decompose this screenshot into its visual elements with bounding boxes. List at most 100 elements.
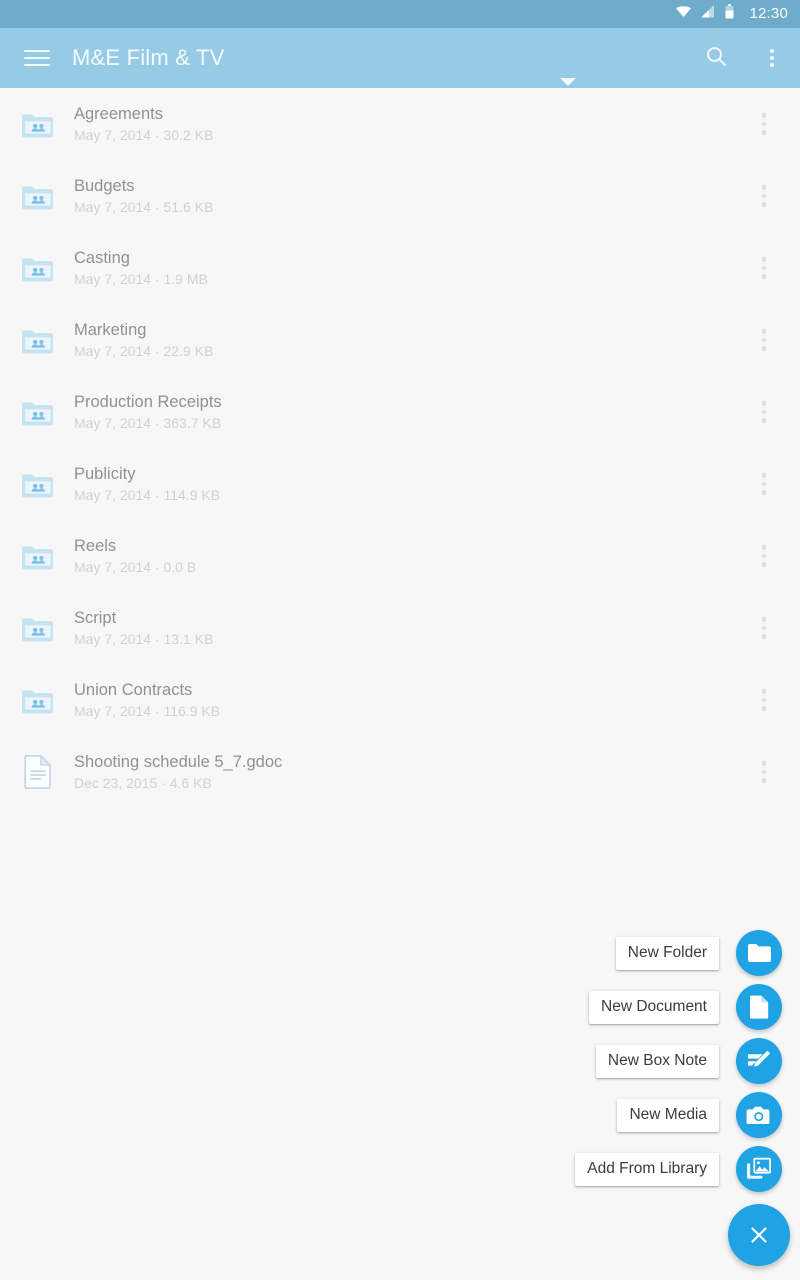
file-meta: May 7, 2014 · 1.9 MB [74,271,208,287]
fab-speed-dial: New Folder New Document New Box Note New Me… [22,926,790,1266]
file-list-row[interactable]: Publicity May 7, 2014 · 114.9 KB [0,448,800,520]
file-meta: May 7, 2014 · 363.7 KB [74,415,222,431]
shared-folder-icon [20,322,56,358]
fab-action-label[interactable]: New Document [589,990,719,1024]
file-row-text: Casting May 7, 2014 · 1.9 MB [74,248,208,288]
status-bar-icons: 12:30 [675,0,788,28]
fab-action-new-box-note[interactable]: New Box Note [595,1034,782,1088]
fab-mini-button[interactable] [736,984,782,1030]
file-row-text: Publicity May 7, 2014 · 114.9 KB [74,464,220,504]
overflow-menu-button[interactable] [744,30,800,86]
file-list-row[interactable]: Budgets May 7, 2014 · 51.6 KB [0,160,800,232]
file-name: Shooting schedule 5_7.gdoc [74,753,283,771]
file-name: Reels [74,537,117,555]
more-vertical-icon [761,545,767,550]
more-vertical-icon [761,761,767,766]
fab-close-button[interactable] [728,1204,790,1266]
file-list-row[interactable]: Casting May 7, 2014 · 1.9 MB [0,232,800,304]
file-meta: May 7, 2014 · 13.1 KB [74,631,214,647]
file-list-row[interactable]: Agreements May 7, 2014 · 30.2 KB [0,88,800,160]
file-meta: May 7, 2014 · 30.2 KB [74,127,214,143]
file-list-row[interactable]: Production Receipts May 7, 2014 · 363.7 K… [0,376,800,448]
file-name: Publicity [74,465,136,483]
row-overflow-menu-button[interactable] [744,389,784,435]
more-vertical-icon [761,329,767,334]
more-vertical-icon [761,113,767,118]
fab-action-new-folder[interactable]: New Folder [615,926,782,980]
file-name: Agreements [74,105,163,123]
fab-mini-button[interactable] [736,930,782,976]
fab-action-label[interactable]: New Media [617,1098,719,1132]
more-vertical-icon [761,689,767,694]
fab-action-new-media[interactable]: New Media [617,1088,782,1142]
file-list-row[interactable]: Shooting schedule 5_7.gdoc Dec 23, 2015 ·… [0,736,800,808]
row-overflow-menu-button[interactable] [744,461,784,507]
fab-mini-button[interactable] [736,1038,782,1084]
search-button[interactable] [688,30,744,86]
row-overflow-menu-button[interactable] [744,533,784,579]
row-overflow-menu-button[interactable] [744,317,784,363]
page-title: M&E Film & TV [72,45,225,70]
fab-main-row [22,1196,790,1266]
fab-mini-button[interactable] [736,1092,782,1138]
file-list: Agreements May 7, 2014 · 30.2 KB Budgets Ma… [0,88,800,808]
file-row-text: Agreements May 7, 2014 · 30.2 KB [74,104,213,144]
app-bar: M&E Film & TV [0,28,800,88]
row-overflow-menu-button[interactable] [744,749,784,795]
camera-icon [746,1104,772,1126]
status-bar-clock: 12:30 [749,5,788,22]
more-vertical-icon [761,185,767,190]
file-name: Production Receipts [74,393,222,411]
file-list-row[interactable]: Union Contracts May 7, 2014 · 116.9 KB [0,664,800,736]
more-vertical-icon [761,617,767,622]
app-screen: 12:30 M&E Film & TV Agreements May 7, 20… [0,0,800,1280]
more-vertical-icon [761,473,767,478]
wifi-icon [675,5,692,23]
fab-mini-button[interactable] [736,1146,782,1192]
file-name: Casting [74,249,130,267]
file-meta: May 7, 2014 · 0.0 B [74,559,197,575]
file-name: Marketing [74,321,147,339]
app-bar-actions [688,28,800,88]
file-list-row[interactable]: Marketing May 7, 2014 · 22.9 KB [0,304,800,376]
row-overflow-menu-button[interactable] [744,245,784,291]
battery-icon [725,4,734,24]
file-row-text: Reels May 7, 2014 · 0.0 B [74,536,196,576]
row-overflow-menu-button[interactable] [744,677,784,723]
file-meta: May 7, 2014 · 114.9 KB [74,487,221,503]
file-list-row[interactable]: Script May 7, 2014 · 13.1 KB [0,592,800,664]
shared-folder-icon [20,106,56,142]
shared-folder-icon [20,610,56,646]
chevron-down-icon[interactable] [560,78,576,86]
fab-action-label[interactable]: New Folder [615,936,719,970]
shared-folder-icon [20,250,56,286]
shared-folder-icon [20,394,56,430]
row-overflow-menu-button[interactable] [744,101,784,147]
hamburger-menu-icon[interactable] [24,48,50,68]
row-overflow-menu-button[interactable] [744,605,784,651]
file-name: Script [74,609,117,627]
more-vertical-icon [770,49,774,67]
file-meta: May 7, 2014 · 51.6 KB [74,199,214,215]
search-icon [704,44,728,73]
fab-action-add-from-library[interactable]: Add From Library [575,1142,782,1196]
file-name: Union Contracts [74,681,193,699]
file-list-row[interactable]: Reels May 7, 2014 · 0.0 B [0,520,800,592]
folder-icon [747,942,771,964]
file-row-text: Union Contracts May 7, 2014 · 116.9 KB [74,680,220,720]
more-vertical-icon [761,401,767,406]
file-row-text: Budgets May 7, 2014 · 51.6 KB [74,176,213,216]
more-vertical-icon [761,257,767,262]
row-overflow-menu-button[interactable] [744,173,784,219]
shared-folder-icon [20,682,56,718]
file-row-text: Marketing May 7, 2014 · 22.9 KB [74,320,213,360]
shared-folder-icon [20,466,56,502]
file-icon [749,995,769,1019]
fab-action-label[interactable]: Add From Library [575,1152,719,1186]
fab-action-new-document[interactable]: New Document [589,980,782,1034]
shared-folder-icon [20,538,56,574]
fab-action-label[interactable]: New Box Note [595,1044,719,1078]
shared-folder-icon [20,178,56,214]
file-row-text: Shooting schedule 5_7.gdoc Dec 23, 2015 ·… [74,752,282,792]
file-meta: May 7, 2014 · 116.9 KB [74,703,221,719]
